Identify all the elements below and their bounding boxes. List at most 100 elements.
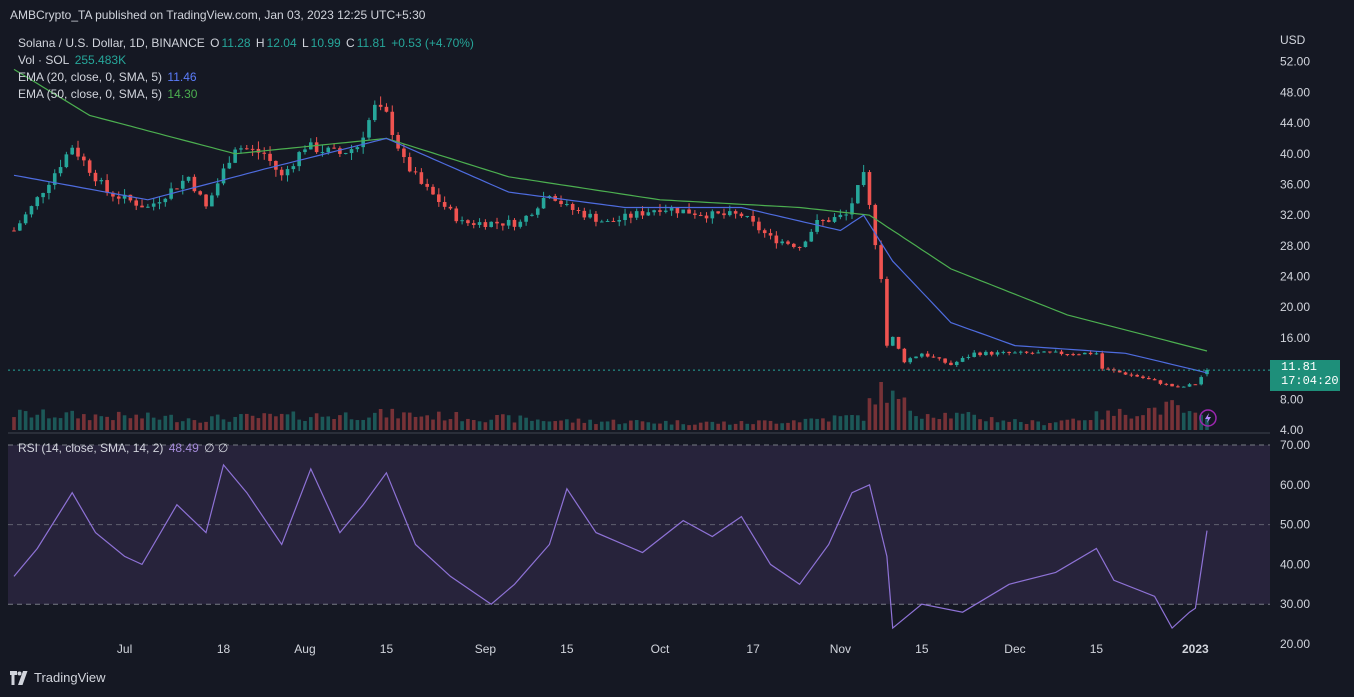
candle-body bbox=[12, 230, 16, 232]
candle-body bbox=[1199, 377, 1203, 385]
volume-bar bbox=[460, 421, 464, 430]
candle-body bbox=[506, 219, 511, 226]
candle-body bbox=[402, 148, 406, 158]
candle-body bbox=[1053, 351, 1058, 353]
candle-body bbox=[128, 194, 133, 201]
volume-bar bbox=[594, 424, 598, 430]
candle-body bbox=[419, 172, 424, 184]
candle-body bbox=[384, 106, 389, 112]
candle-body bbox=[367, 120, 371, 138]
volume-bar bbox=[146, 412, 150, 430]
ema50-legend[interactable]: EMA (50, close, 0, SMA, 5) 14.30 bbox=[18, 87, 199, 101]
candle-body bbox=[1141, 376, 1145, 379]
tradingview-logo-icon bbox=[10, 670, 28, 685]
symbol-name[interactable]: Solana / U.S. Dollar, 1D, BINANCE bbox=[18, 36, 205, 50]
volume-bar bbox=[710, 421, 715, 430]
open-label: O bbox=[210, 36, 220, 50]
last-price-tag: 11.81 17:04:20 bbox=[1270, 360, 1340, 391]
price-tick-label: 36.00 bbox=[1280, 177, 1310, 191]
volume-bar bbox=[1094, 411, 1099, 430]
price-tick-label: 44.00 bbox=[1280, 116, 1310, 130]
candle-body bbox=[454, 208, 459, 222]
volume-bar bbox=[588, 419, 592, 430]
symbol-legend[interactable]: Solana / U.S. Dollar, 1D, BINANCE O 11.28… bbox=[18, 36, 476, 50]
volume-bar bbox=[716, 423, 720, 430]
volume-bar bbox=[332, 418, 336, 430]
volume-bar bbox=[384, 417, 389, 430]
rsi-value: 48.49 bbox=[168, 441, 199, 455]
volume-bar bbox=[774, 423, 779, 430]
candle-body bbox=[1193, 384, 1198, 386]
volume-bar bbox=[832, 415, 837, 430]
volume-value: 255.483K bbox=[74, 53, 127, 67]
volume-bar bbox=[663, 420, 668, 430]
candle-body bbox=[105, 180, 109, 193]
candle-body bbox=[617, 220, 622, 222]
volume-bar bbox=[565, 419, 569, 430]
candle-body bbox=[908, 358, 913, 363]
volume-bar bbox=[314, 413, 319, 430]
candle-body bbox=[797, 246, 802, 248]
change-value: +0.53 (+4.70%) bbox=[391, 36, 474, 50]
volume-bar bbox=[501, 414, 505, 430]
volume-bar bbox=[506, 415, 511, 430]
chart-canvas[interactable]: 52.00 48.00 44.00 40.00 36.00 32.00 28.00 24.00… bbox=[0, 0, 1354, 697]
volume-bar bbox=[646, 422, 651, 430]
price-tick-label: 24.00 bbox=[1280, 270, 1310, 284]
volume-bar bbox=[1024, 423, 1029, 430]
volume-bar bbox=[320, 416, 325, 430]
candle-body bbox=[1013, 352, 1017, 354]
candle-body bbox=[390, 111, 395, 135]
tradingview-brand: TradingView bbox=[34, 670, 106, 685]
candle-body bbox=[210, 195, 214, 207]
volume-bar bbox=[116, 411, 121, 430]
volume-bar bbox=[396, 418, 400, 430]
candle-body bbox=[652, 210, 656, 213]
candle-body bbox=[250, 148, 255, 150]
volume-legend[interactable]: Vol · SOL 255.483K bbox=[18, 53, 128, 67]
volume-bar bbox=[960, 413, 965, 430]
volume-bar bbox=[367, 417, 371, 430]
candle-body bbox=[768, 233, 773, 236]
tradingview-watermark[interactable]: TradingView bbox=[10, 670, 106, 685]
open-value: 11.28 bbox=[221, 36, 251, 50]
volume-bar bbox=[582, 422, 587, 430]
volume-bar bbox=[535, 419, 540, 430]
close-label: C bbox=[346, 36, 355, 50]
volume-bar bbox=[669, 424, 674, 430]
candle-body bbox=[535, 208, 540, 215]
candle-body bbox=[47, 184, 51, 194]
ema50-value: 14.30 bbox=[167, 87, 198, 101]
volume-bar bbox=[937, 419, 942, 430]
volume-bar bbox=[52, 417, 57, 430]
volume-bar bbox=[477, 421, 482, 430]
candle-body bbox=[1123, 372, 1128, 375]
candle-body bbox=[1176, 386, 1180, 388]
volume-bar bbox=[698, 422, 703, 430]
candle-body bbox=[960, 357, 965, 362]
volume-bar bbox=[768, 420, 773, 430]
ema50-label: EMA (50, close, 0, SMA, 5) bbox=[18, 87, 163, 101]
volume-bar bbox=[867, 398, 872, 430]
candle-body bbox=[163, 198, 168, 203]
candle-body bbox=[279, 169, 284, 176]
volume-bar bbox=[431, 419, 435, 430]
rsi-legend[interactable]: RSI (14, close, SMA, 14, 2) 48.49 ∅ ∅ bbox=[18, 441, 230, 455]
rsi-tick-label: 30.00 bbox=[1280, 597, 1310, 611]
candle-body bbox=[483, 222, 488, 227]
volume-bar bbox=[518, 415, 523, 430]
candle-body bbox=[576, 209, 581, 211]
volume-bar bbox=[76, 418, 80, 430]
candle-body bbox=[1082, 352, 1087, 355]
candle-body bbox=[605, 220, 610, 222]
candle-body bbox=[710, 211, 715, 219]
volume-bar bbox=[873, 404, 878, 430]
candle-body bbox=[1106, 368, 1110, 370]
candle-body bbox=[512, 219, 517, 227]
time-tick-label: Dec bbox=[1004, 642, 1025, 656]
candle-body bbox=[966, 356, 971, 358]
volume-bar bbox=[233, 416, 237, 430]
candle-body bbox=[378, 104, 383, 107]
ema20-legend[interactable]: EMA (20, close, 0, SMA, 5) 11.46 bbox=[18, 70, 199, 84]
volume-bar bbox=[978, 419, 982, 430]
